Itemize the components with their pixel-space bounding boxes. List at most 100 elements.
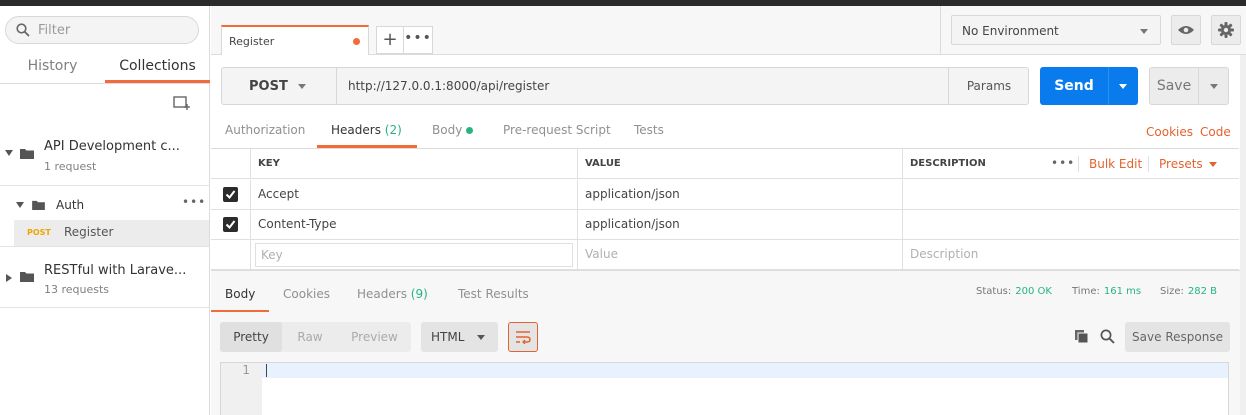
checkbox-column-header [211,149,251,179]
method-select[interactable]: POST [222,68,337,104]
chevron-down-icon [1119,84,1127,89]
folder-item-auth[interactable]: Auth ••• [0,190,209,220]
presets-dropdown[interactable]: Presets [1159,149,1217,179]
status-value: 200 OK [1015,286,1052,297]
sidebar: History Collections API Development c...… [0,6,210,415]
line-number: 1 [242,363,250,377]
headers-count: (2) [384,123,402,137]
time-value: 161 ms [1103,286,1142,297]
params-button[interactable]: Params [948,68,1029,104]
folder-icon [20,272,34,282]
checkbox-cell [211,180,251,210]
new-key-cell [251,240,578,270]
line-gutter: 1 [221,363,262,415]
caret-down-icon[interactable] [16,202,24,208]
tab-test-results[interactable]: Test Results [458,287,529,301]
tab-headers-label: Headers [331,123,381,137]
chevron-down-icon [477,335,485,340]
size-value: 282 B [1187,286,1218,297]
format-preview-button[interactable]: Preview [338,322,411,352]
save-label[interactable]: Save [1150,68,1198,104]
new-value-input[interactable]: Value [578,240,903,270]
scrollbar[interactable] [1240,55,1246,415]
tab-headers[interactable]: Headers (2) [331,123,402,137]
tab-response-body[interactable]: Body [225,287,255,301]
column-key: KEY [251,149,578,179]
send-options-button[interactable] [1108,67,1138,105]
wrap-lines-button[interactable] [508,322,538,352]
caret-right-icon[interactable] [6,274,12,282]
request-item-register[interactable]: POST Register [14,220,209,246]
send-button[interactable]: Send [1040,67,1138,105]
cookies-link[interactable]: Cookies [1146,125,1193,139]
tab-tests[interactable]: Tests [634,123,664,137]
url-bar: POST Params [221,67,1029,105]
code-link[interactable]: Code [1200,125,1231,139]
response-tabs: Body Cookies Headers (9) Test Results St… [211,270,1240,313]
collection-item-restful[interactable]: RESTful with Larave... 13 requests [0,246,209,308]
save-button[interactable]: Save [1149,67,1229,105]
request-section-tabs: Authorization Headers (2) Body Pre-reque… [211,116,1246,148]
header-value-cell[interactable]: application/json [578,180,903,210]
environment-quick-look-button[interactable] [1171,15,1201,45]
tab-history[interactable]: History [0,52,105,83]
collection-item-api-development[interactable]: API Development c... 1 request [0,124,209,186]
presets-label: Presets [1159,157,1203,171]
tab-authorization[interactable]: Authorization [225,123,305,137]
table-header-row: KEY VALUE DESCRIPTION ••• Bulk Edit Pres… [211,149,1239,179]
header-enabled-checkbox[interactable] [223,217,238,232]
tab-more-button[interactable]: ••• [404,26,433,54]
header-key-cell[interactable]: Accept [251,180,578,210]
wrap-lines-icon [516,331,531,344]
table-more-icon[interactable]: ••• [1051,149,1075,177]
header-description-cell[interactable] [903,210,1239,240]
table-row: Content-Type application/json [211,210,1239,240]
folder-more-icon[interactable]: ••• [182,195,206,209]
column-value: VALUE [578,149,903,179]
format-raw-button[interactable]: Raw [282,322,338,352]
status-label: Status: [976,286,1012,297]
tab-body[interactable]: Body [432,123,474,137]
bulk-edit-link[interactable]: Bulk Edit [1089,149,1142,179]
language-select[interactable]: HTML [421,322,498,352]
search-icon[interactable] [1100,329,1115,344]
request-name: Register [64,225,114,239]
send-label[interactable]: Send [1040,67,1108,105]
response-size: Size: 282 B [1160,286,1217,297]
new-key-input[interactable] [255,243,573,267]
eye-icon [1178,26,1194,34]
tab-register[interactable]: Register [221,25,369,55]
header-key-cell[interactable]: Content-Type [251,210,578,240]
format-toggle-group: Pretty Raw Preview [220,322,411,352]
tab-response-cookies[interactable]: Cookies [283,287,330,301]
header-value-cell[interactable]: application/json [578,210,903,240]
tab-response-headers[interactable]: Headers (9) [357,287,428,301]
caret-down-icon[interactable] [5,150,13,156]
time-label: Time: [1072,286,1100,297]
table-row: Accept application/json [211,180,1239,210]
tab-response-headers-label: Headers [357,287,407,301]
response-editor[interactable]: 1 [220,362,1229,415]
format-pretty-button[interactable]: Pretty [220,322,282,352]
header-description-cell[interactable] [903,180,1239,210]
new-description-input[interactable]: Description [903,240,1239,270]
tab-pre-request-script[interactable]: Pre-request Script [503,123,611,137]
url-input[interactable] [338,68,948,104]
header-enabled-checkbox[interactable] [223,187,238,202]
filter-box[interactable] [5,16,199,44]
divider [1078,156,1079,172]
copy-icon[interactable] [1074,329,1089,344]
new-collection-icon[interactable] [173,96,191,115]
collection-count: 13 requests [44,283,110,296]
response-panel: Pretty Raw Preview HTML Save Response 1 [211,312,1240,415]
new-tab-button[interactable]: + [376,26,404,54]
save-options-button[interactable] [1198,68,1228,104]
folder-icon [32,200,45,210]
environment-settings-button[interactable] [1211,15,1241,45]
divider [1148,156,1149,172]
environment-select[interactable]: No Environment [951,15,1161,45]
collection-name: API Development c... [44,139,180,154]
filter-input[interactable] [38,22,178,38]
tab-collections[interactable]: Collections [105,52,210,83]
save-response-button[interactable]: Save Response [1125,322,1230,352]
